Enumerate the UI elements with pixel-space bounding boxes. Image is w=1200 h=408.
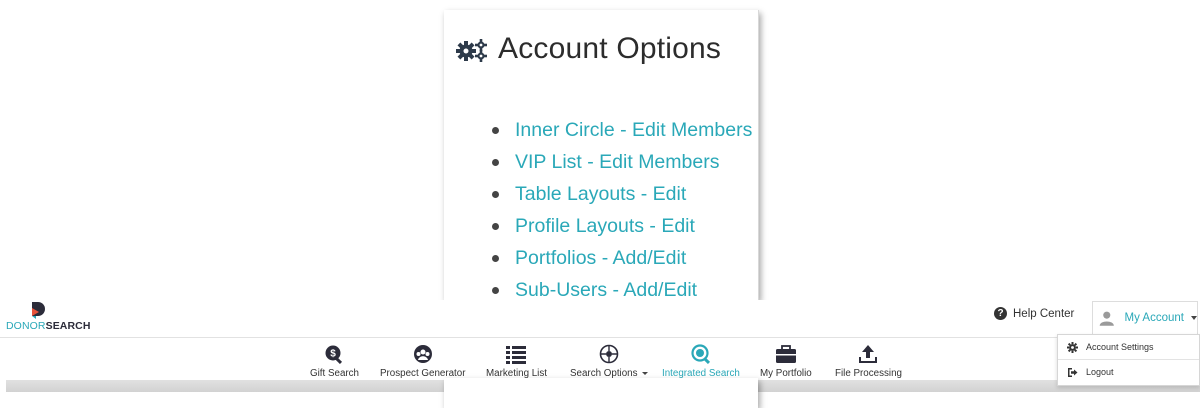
account-options-header: Account Options	[454, 32, 721, 66]
menu-item-label: Account Settings	[1086, 342, 1154, 352]
chevron-down-icon	[641, 371, 648, 375]
account-options-panel-bottom	[444, 378, 758, 408]
bullet	[492, 254, 499, 262]
svg-text:$: $	[330, 349, 336, 360]
inner-circle-link[interactable]: Inner Circle - Edit Members	[515, 119, 752, 142]
logo-text: DONORSEARCH	[6, 320, 91, 332]
logo-mark-icon	[32, 302, 45, 319]
account-options-list: Inner Circle - Edit Members VIP List - E…	[492, 114, 752, 306]
nav-label: File Processing	[835, 368, 902, 379]
list-item[interactable]: Table Layouts - Edit	[492, 178, 752, 210]
vip-list-link[interactable]: VIP List - Edit Members	[515, 151, 719, 174]
question-circle-icon: ?	[994, 307, 1007, 320]
nav-label: Gift Search	[310, 368, 360, 379]
portfolios-link[interactable]: Portfolios - Add/Edit	[515, 247, 686, 270]
gear-icon	[1067, 341, 1078, 353]
account-settings-menu-item[interactable]: Account Settings	[1058, 335, 1199, 359]
nav-my-portfolio[interactable]: My Portfolio	[760, 344, 812, 379]
list-item[interactable]: Portfolios - Add/Edit	[492, 242, 752, 274]
user-avatar-icon	[1099, 311, 1114, 326]
logout-icon	[1068, 367, 1078, 377]
nav-label: My Portfolio	[760, 368, 812, 379]
table-layouts-link[interactable]: Table Layouts - Edit	[515, 183, 686, 206]
bullet	[492, 222, 499, 230]
help-center-label: Help Center	[1013, 307, 1075, 320]
nav-search-options[interactable]: Search Options	[570, 344, 648, 379]
list-item[interactable]: Inner Circle - Edit Members	[492, 114, 752, 146]
nav-file-processing[interactable]: File Processing	[835, 344, 902, 379]
bullet	[492, 158, 499, 166]
nav-integrated-search[interactable]: Integrated Search	[662, 344, 740, 379]
account-options-panel: Account Options Inner Circle - Edit Memb…	[444, 10, 759, 301]
chevron-down-icon	[1191, 316, 1197, 320]
logo-text-donor: DONOR	[6, 320, 46, 332]
gift-search-icon: $	[325, 345, 342, 364]
donorsearch-logo[interactable]: DONORSEARCH	[6, 302, 116, 332]
list-item[interactable]: Profile Layouts - Edit	[492, 210, 752, 242]
logo-text-search: SEARCH	[45, 320, 91, 332]
gears-icon	[456, 39, 487, 62]
list-icon	[506, 346, 527, 364]
upload-icon	[859, 345, 878, 363]
account-options-title: Account Options	[498, 32, 722, 65]
nav-gift-search[interactable]: $ Gift Search	[310, 344, 359, 379]
prospect-generator-icon	[413, 345, 432, 363]
my-account-button[interactable]: My Account	[1092, 301, 1198, 334]
sub-users-link[interactable]: Sub-Users - Add/Edit	[515, 279, 697, 302]
nav-marketing-list[interactable]: Marketing List	[486, 344, 547, 379]
my-account-label: My Account	[1124, 312, 1184, 324]
list-item[interactable]: VIP List - Edit Members	[492, 146, 752, 178]
profile-layouts-link[interactable]: Profile Layouts - Edit	[515, 215, 695, 238]
bullet	[492, 126, 499, 134]
bullet	[492, 286, 499, 294]
logout-menu-item[interactable]: Logout	[1058, 360, 1199, 384]
nav-prospect-generator[interactable]: Prospect Generator	[380, 344, 466, 379]
integrated-search-icon	[691, 344, 710, 364]
help-center-link[interactable]: ? Help Center	[994, 307, 1074, 320]
search-options-icon	[599, 344, 619, 364]
bullet	[492, 190, 499, 198]
briefcase-icon	[775, 345, 796, 363]
account-dropdown-menu: Account Settings Logout	[1057, 334, 1200, 386]
menu-item-label: Logout	[1086, 367, 1114, 377]
